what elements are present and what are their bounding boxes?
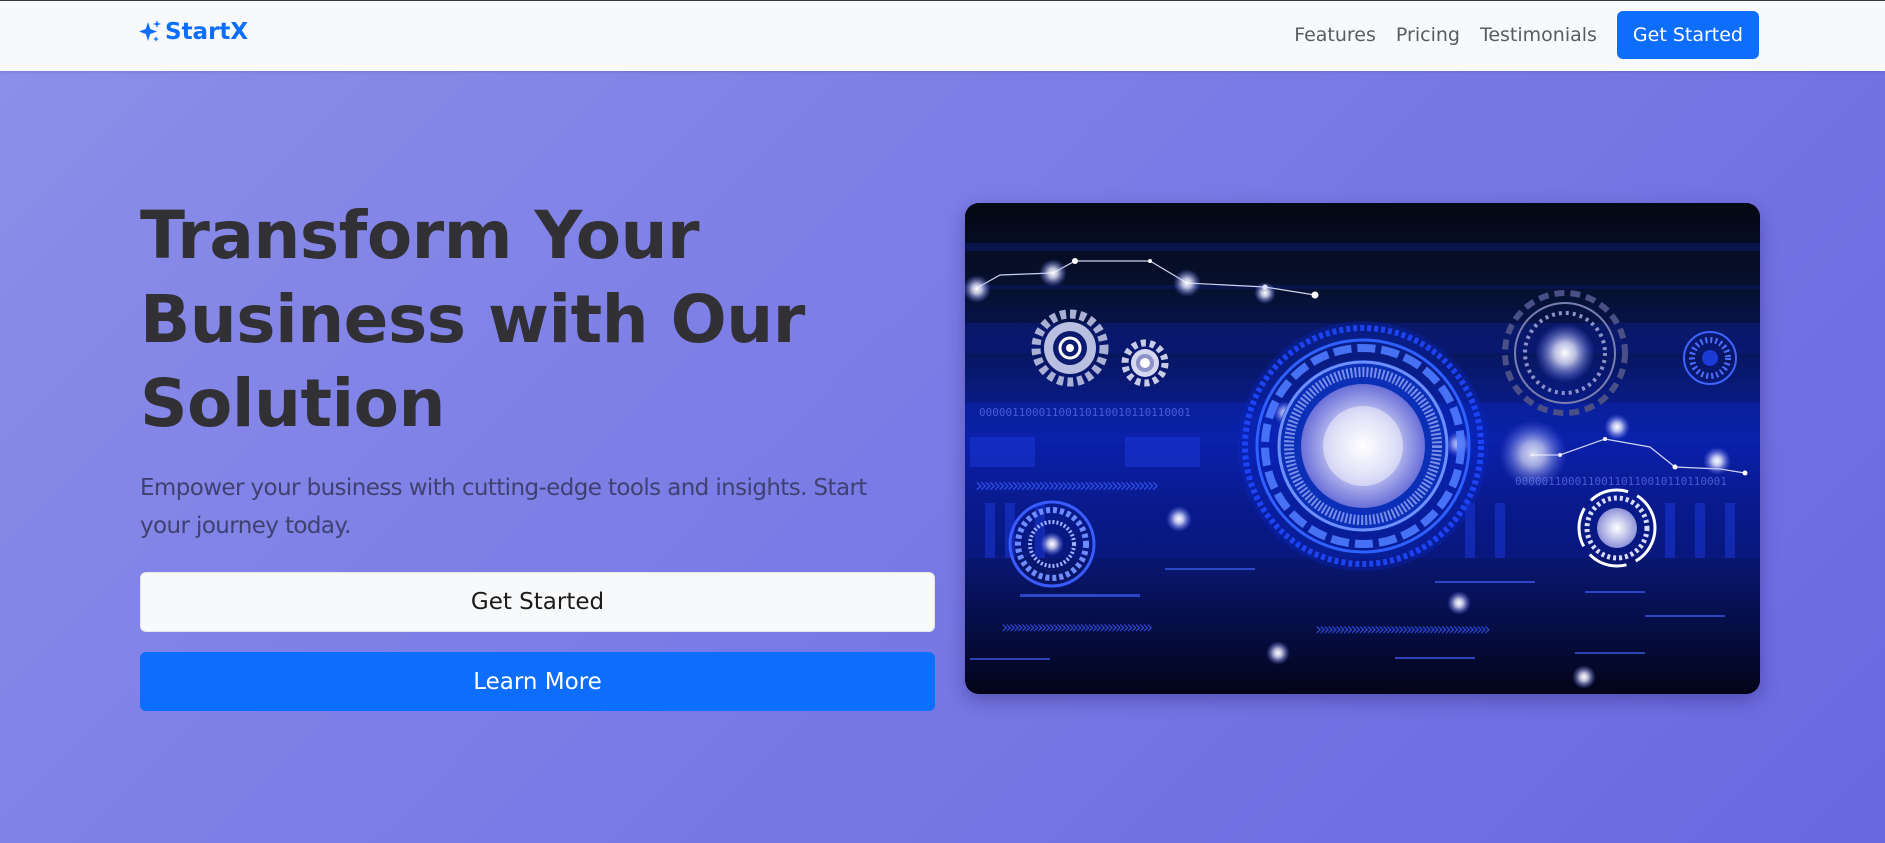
svg-text:»»»»»»»»»»»»»»»»»»»: »»»»»»»»»»»»»»»»»»»: [1001, 617, 1152, 638]
hero-title: Transform Your Business with Our Solutio…: [140, 197, 805, 442]
binary-text-top: 00000110001100110110010110110001: [979, 406, 1191, 419]
nav-get-started-button[interactable]: Get Started: [1616, 11, 1759, 59]
nav-link-testimonials[interactable]: Testimonials: [1480, 24, 1597, 46]
svg-text:»»»»»»»»»»»»»»»»»»»»»»: »»»»»»»»»»»»»»»»»»»»»»: [1315, 619, 1490, 640]
brand-logo[interactable]: StartX: [138, 19, 248, 45]
get-started-button[interactable]: Get Started: [140, 572, 935, 632]
hero-image: »»»»»»»»»»»»»»»»»»»» »»»»»»»»»»»»»»»»»»»…: [965, 203, 1760, 694]
hero-section: Transform Your Business with Our Solutio…: [0, 71, 1885, 843]
nav-link-pricing[interactable]: Pricing: [1396, 24, 1460, 46]
nav-link-features[interactable]: Features: [1294, 24, 1376, 46]
svg-text:»»»»»»»»»»»»»»»»»»»»: »»»»»»»»»»»»»»»»»»»»: [975, 473, 1158, 497]
hero-subtitle: Empower your business with cutting-edge …: [140, 475, 867, 539]
nav-links: Features Pricing Testimonials Get Starte…: [1294, 11, 1759, 59]
learn-more-button[interactable]: Learn More: [140, 652, 935, 711]
navbar: StartX Features Pricing Testimonials Get…: [0, 0, 1885, 71]
sparkles-icon: [138, 19, 162, 45]
brand-name: StartX: [165, 19, 249, 45]
